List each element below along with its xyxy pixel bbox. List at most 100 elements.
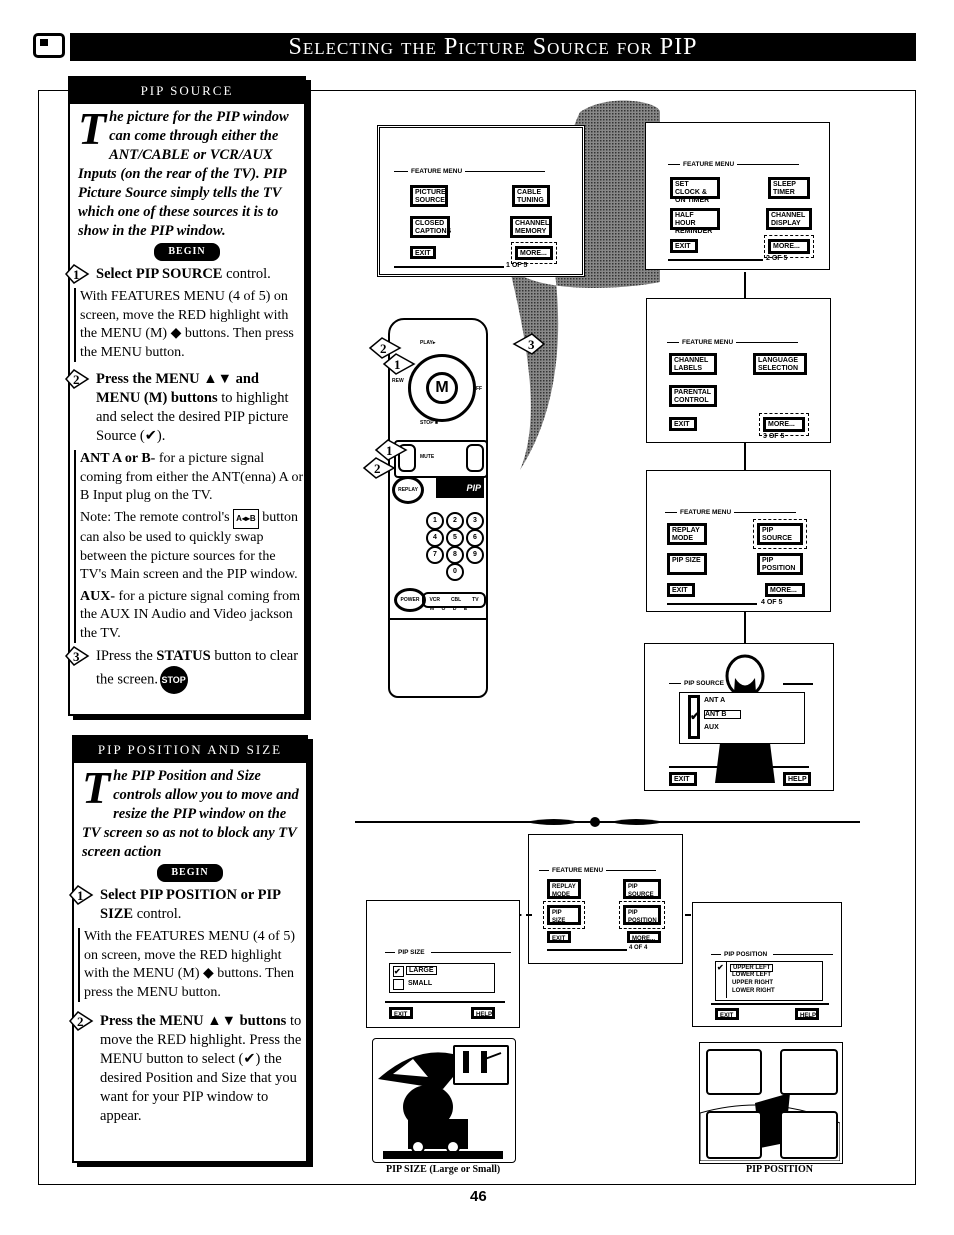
intro-body: he picture for the PIP window can come t… [78, 109, 289, 239]
number-key-8[interactable]: 8 [446, 546, 464, 564]
step-diamond-icon: 1 [68, 885, 94, 905]
number-key-3[interactable]: 3 [466, 512, 484, 530]
help-button[interactable]: HELP [783, 772, 811, 786]
number-key-7[interactable]: 7 [426, 546, 444, 564]
option-ant-b[interactable]: ANT B [704, 710, 742, 719]
pip-size-caption: PIP SIZE (Large or Small) [386, 1164, 501, 1175]
svg-text:3: 3 [528, 337, 535, 352]
menu-button-pip-source[interactable]: PIP SOURCE [623, 879, 661, 899]
menu-button-pip-size[interactable]: PIP SIZE [667, 553, 707, 575]
help-button[interactable]: HELP [471, 1007, 495, 1019]
dropcap: T [82, 762, 111, 813]
pip-source-panel: PIP SOURCE The picture for the PIP windo… [64, 76, 306, 716]
pip-button-cluster[interactable]: PIP [436, 478, 484, 498]
menu-title: PIP SIZE [385, 949, 511, 956]
menu-m-button[interactable]: M [426, 372, 458, 404]
step-1-body: With FEATURES MENU (4 of 5) on screen, m… [74, 288, 304, 362]
aux-note: AUX- for a picture signal coming from th… [80, 588, 304, 644]
cbl-mode-button[interactable]: CBL [451, 594, 461, 606]
menu-button-exit[interactable]: EXIT [667, 583, 695, 597]
begin-badge: BEGIN [157, 864, 223, 882]
replay-button[interactable]: REPLAY [392, 476, 424, 504]
vcr-mode-button[interactable]: VCR [429, 594, 440, 606]
menu-button-channel-labels[interactable]: CHANNEL LABELS [669, 353, 717, 375]
callout-1-icon: 1 [382, 353, 416, 375]
menu-button-parental-control[interactable]: PARENTAL CONTROL [669, 385, 717, 407]
step-title: STATUS [156, 648, 211, 664]
option-lower-right[interactable]: LOWER RIGHT [732, 988, 775, 994]
menu-title: FEATURE MENU [394, 168, 546, 175]
checkbox-small[interactable] [393, 979, 404, 990]
menu-button-more[interactable]: MORE... [765, 583, 805, 597]
menu-button-more[interactable]: MORE... [759, 413, 809, 436]
menu-button-cable-tuning[interactable]: CABLE TUNING [512, 185, 550, 207]
menu-button-exit[interactable]: EXIT [669, 417, 697, 431]
menu-button-exit[interactable]: EXIT [670, 239, 698, 253]
tv-mode-button[interactable]: TV [472, 594, 478, 606]
option-ant-a[interactable]: ANT A [704, 697, 725, 704]
menu-button-exit[interactable]: EXIT [410, 246, 436, 259]
menu-button-more[interactable]: MORE... [764, 235, 814, 258]
menu-button-half-hour-reminder[interactable]: HALF HOUR REMINDER [670, 208, 720, 235]
menu-button-channel-display[interactable]: CHANNEL DISPLAY [766, 208, 812, 230]
ch-button[interactable] [466, 444, 484, 472]
pip-source-screen: PIP SOURCE ✔ ANT A ANT B AUX EXIT HELP [644, 643, 834, 791]
option-upper-right[interactable]: UPPER RIGHT [732, 980, 773, 986]
ant-note: ANT A or B- for a picture signal coming … [80, 450, 304, 506]
number-key-2[interactable]: 2 [446, 512, 464, 530]
checkbox-large[interactable]: ✔ [393, 966, 404, 977]
rew-label: REW [392, 378, 404, 384]
menu-button-replay-mode[interactable]: REPLAY MODE [547, 879, 581, 899]
menu-button-channel-memory[interactable]: CHANNEL MEMORY [510, 216, 552, 238]
step-1: 1 Select PIP SOURCE control. [64, 264, 304, 284]
menu-button-exit[interactable]: EXIT [547, 931, 571, 943]
menu-pager: 4 OF 4 [629, 945, 648, 951]
menu-button-language-selection[interactable]: LANGUAGE SELECTION [753, 353, 807, 375]
number-key-9[interactable]: 9 [466, 546, 484, 564]
menu-button-closed-captions[interactable]: CLOSED CAPTIONS [410, 216, 451, 238]
exit-button[interactable]: EXIT [389, 1007, 413, 1019]
menu-button-more[interactable]: MORE... [511, 242, 557, 264]
menu-button-more[interactable]: MORE... [627, 931, 661, 943]
pip-lower-left [706, 1111, 762, 1159]
volume-mute-cluster: MUTE [394, 440, 488, 478]
menu-title: PIP SOURCE [669, 680, 724, 687]
menu-button-pip-size[interactable]: PIP SIZE [543, 901, 585, 929]
help-button[interactable]: HELP [795, 1008, 819, 1020]
exit-button[interactable]: EXIT [669, 772, 697, 786]
number-key-0[interactable]: 0 [446, 563, 464, 581]
pip-position-caption: PIP POSITION [746, 1164, 813, 1175]
option-large[interactable]: LARGE [406, 966, 437, 975]
menu-button-set-clock[interactable]: SET CLOCK & ON TIMER [670, 177, 720, 204]
option-aux[interactable]: AUX [704, 724, 719, 731]
exit-button[interactable]: EXIT [715, 1008, 739, 1020]
pip-figures-image [463, 1051, 502, 1073]
option-lower-left[interactable]: LOWER LEFT [732, 972, 771, 978]
menu-button-picture-source[interactable]: PICTURE SOURCE [410, 185, 448, 207]
stop-label: STOP ■ [420, 420, 438, 426]
page-title-text: Selecting the Picture Source for PIP [288, 33, 698, 60]
number-key-1[interactable]: 1 [426, 512, 444, 530]
pip-position-panel: PIP POSITION AND SIZE The PIP Position a… [68, 735, 308, 1163]
svg-text:2: 2 [77, 1014, 84, 1029]
menu-button-pip-position[interactable]: PIP POSITION [757, 553, 803, 575]
menu-button-pip-source[interactable]: PIP SOURCE [753, 519, 807, 549]
menu-pager: 2 OF 5 [766, 255, 788, 262]
menu-button-pip-position[interactable]: PIP POSITION [619, 901, 665, 929]
pip-position-list: ✔ UPPER LEFT LOWER LEFT UPPER RIGHT LOWE… [715, 961, 823, 1001]
step-title-rest: control. [133, 906, 182, 922]
menu-button-sleep-timer[interactable]: SLEEP TIMER [768, 177, 810, 199]
option-upper-left[interactable]: UPPER LEFT [730, 964, 774, 972]
menu-button-replay-mode[interactable]: REPLAY MODE [667, 523, 707, 545]
panel-heading: PIP SOURCE [70, 78, 304, 104]
step-diamond-icon: 2 [64, 369, 90, 389]
number-key-6[interactable]: 6 [466, 529, 484, 547]
option-small[interactable]: SMALL [408, 980, 432, 987]
menu-pager: 4 OF 5 [761, 599, 783, 606]
dropcap: T [78, 103, 107, 154]
number-key-4[interactable]: 4 [426, 529, 444, 547]
intro-text: The PIP Position and Size controls allow… [74, 763, 306, 862]
step-2: 2 Press the MENU ▲▼ buttons to move the … [68, 1011, 306, 1126]
number-key-5[interactable]: 5 [446, 529, 464, 547]
feature-menu-screen-3: FEATURE MENU CHANNEL LABELS LANGUAGE SEL… [646, 298, 831, 443]
